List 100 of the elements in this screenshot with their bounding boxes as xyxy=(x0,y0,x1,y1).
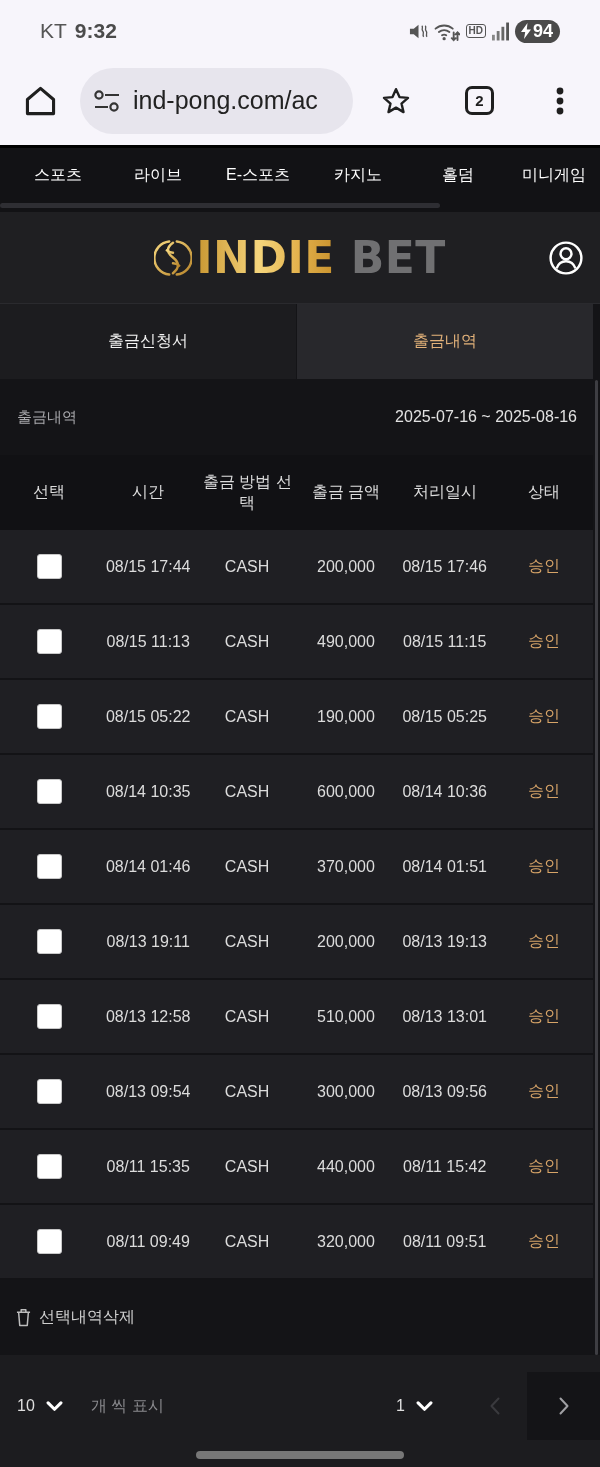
page-size-label: 개 씩 표시 xyxy=(90,1395,164,1416)
table-cell-text: 08/13 13:01 xyxy=(401,1007,488,1026)
table-cell-text: 08/15 17:46 xyxy=(401,557,488,576)
checkbox[interactable] xyxy=(36,1079,62,1104)
table-cell-text: 440,000 xyxy=(316,1157,376,1176)
nav-item[interactable]: E-스포츠 xyxy=(208,155,308,196)
scrollbar[interactable] xyxy=(595,380,598,1355)
table-cell-text: CASH xyxy=(223,782,271,801)
hd-indicator: HD xyxy=(465,24,486,38)
page-size-dropdown[interactable]: 10 xyxy=(17,1397,63,1415)
home-icon[interactable] xyxy=(25,85,56,116)
nav-item[interactable]: 홀덤 xyxy=(408,155,508,196)
table-cell-text: 08/13 09:54 xyxy=(104,1082,192,1101)
table-cell-text: 08/15 05:22 xyxy=(104,707,192,726)
table-cell-text: 08/15 11:13 xyxy=(105,632,191,651)
table-cell-text: 08/13 09:56 xyxy=(401,1082,488,1101)
table-cell-text: 190,000 xyxy=(316,707,376,726)
column-header: 상태 xyxy=(526,482,561,503)
user-icon[interactable] xyxy=(549,240,583,275)
status-text: 승인 xyxy=(526,1231,561,1251)
checkbox[interactable] xyxy=(36,929,62,954)
logo-emblem-icon[interactable] xyxy=(154,237,193,278)
column-header: 출금 방법 선택 xyxy=(201,471,293,513)
table-cell-text: 200,000 xyxy=(316,557,376,576)
table-cell-text: 510,000 xyxy=(316,1007,376,1026)
table-cell-text: CASH xyxy=(223,1157,271,1176)
table-cell-text: 08/15 17:44 xyxy=(104,557,192,576)
checkbox[interactable] xyxy=(36,1229,62,1254)
table-cell-text: CASH xyxy=(223,1082,271,1101)
table-cell-text: 300,000 xyxy=(316,1082,376,1101)
nav-item[interactable]: 카지노 xyxy=(308,155,408,196)
status-text: 승인 xyxy=(526,556,561,576)
table-cell-text: 490,000 xyxy=(316,632,376,651)
chevron-down-icon xyxy=(416,1400,433,1412)
section-title: 출금내역 xyxy=(17,407,77,427)
table-cell-text: 08/15 11:15 xyxy=(402,632,488,651)
date-range: 2025-07-16 ~ 2025-08-16 xyxy=(395,408,577,426)
table-cell-text: 08/15 05:25 xyxy=(401,707,488,726)
table-cell-text: 600,000 xyxy=(316,782,376,801)
delete-selected-button[interactable]: 선택내역삭제 xyxy=(16,1307,135,1328)
table-cell-text: CASH xyxy=(223,632,271,651)
checkbox[interactable] xyxy=(36,1004,62,1029)
checkbox[interactable] xyxy=(36,554,62,579)
checkbox[interactable] xyxy=(36,1154,62,1179)
table-cell-text: CASH xyxy=(223,557,271,576)
table-cell-text: 08/14 01:46 xyxy=(104,857,192,876)
checkbox[interactable] xyxy=(36,629,62,654)
chevron-left-icon xyxy=(489,1397,500,1415)
star-icon[interactable] xyxy=(382,86,410,115)
table-cell-text: 08/14 01:51 xyxy=(401,857,488,876)
battery-level: 94 xyxy=(532,20,553,42)
tab[interactable]: 출금내역 xyxy=(297,304,593,379)
address-bar[interactable]: ind-pong.com/ac xyxy=(80,67,353,134)
status-text: 승인 xyxy=(526,856,561,876)
trash-icon xyxy=(16,1308,31,1327)
status-text: 승인 xyxy=(526,706,561,726)
signal-icon xyxy=(491,21,509,41)
status-text: 승인 xyxy=(526,781,561,801)
status-text: 승인 xyxy=(526,631,561,651)
clock: 9:32 xyxy=(74,19,117,43)
checkbox[interactable] xyxy=(36,854,62,879)
column-header: 선택 xyxy=(32,482,67,503)
table-cell-text: CASH xyxy=(223,857,271,876)
table-cell-text: 08/11 15:42 xyxy=(402,1157,488,1176)
status-text: 승인 xyxy=(526,931,561,951)
chevron-down-icon xyxy=(45,1400,63,1412)
table-cell-text: 08/13 19:11 xyxy=(105,932,191,951)
table-cell-text: 08/11 09:51 xyxy=(402,1232,488,1251)
menu-icon[interactable] xyxy=(556,86,564,115)
column-header: 처리일시 xyxy=(411,482,478,503)
table-cell-text: CASH xyxy=(223,707,271,726)
table-cell-text: 08/11 15:35 xyxy=(105,1157,191,1176)
table-cell-text: 08/13 19:13 xyxy=(401,932,488,951)
table-cell-text: 08/14 10:36 xyxy=(401,782,488,801)
table-cell-text: 320,000 xyxy=(316,1232,376,1251)
column-header: 시간 xyxy=(131,482,166,503)
table-cell-text: 370,000 xyxy=(316,857,376,876)
table-cell-text: 200,000 xyxy=(316,932,376,951)
status-text: 승인 xyxy=(526,1156,561,1176)
nav-item[interactable]: 라이브 xyxy=(108,155,208,196)
nav-item[interactable]: 미니게임 xyxy=(508,155,600,196)
url-text: ind-pong.com/ac xyxy=(133,86,318,115)
tab[interactable]: 출금신청서 xyxy=(0,304,296,379)
table-cell-text: CASH xyxy=(223,1232,271,1251)
sliders-icon[interactable] xyxy=(94,89,120,112)
checkbox[interactable] xyxy=(36,779,62,804)
bolt-icon xyxy=(520,23,531,39)
scrollbar[interactable] xyxy=(0,203,440,208)
status-text: 승인 xyxy=(526,1081,561,1101)
table-cell-text: 08/11 09:49 xyxy=(105,1232,191,1251)
column-header: 출금 금액 xyxy=(310,482,382,503)
carrier-name: KT xyxy=(40,19,67,43)
table-cell-text: CASH xyxy=(223,932,271,951)
checkbox[interactable] xyxy=(36,704,62,729)
page-dropdown[interactable]: 1 xyxy=(396,1397,433,1415)
chevron-right-icon xyxy=(558,1397,569,1415)
table-cell-text: 08/13 12:58 xyxy=(104,1007,192,1026)
status-text: 승인 xyxy=(526,1006,561,1026)
tab-count-button[interactable]: 2 xyxy=(465,86,494,115)
nav-item[interactable]: 스포츠 xyxy=(8,155,108,196)
